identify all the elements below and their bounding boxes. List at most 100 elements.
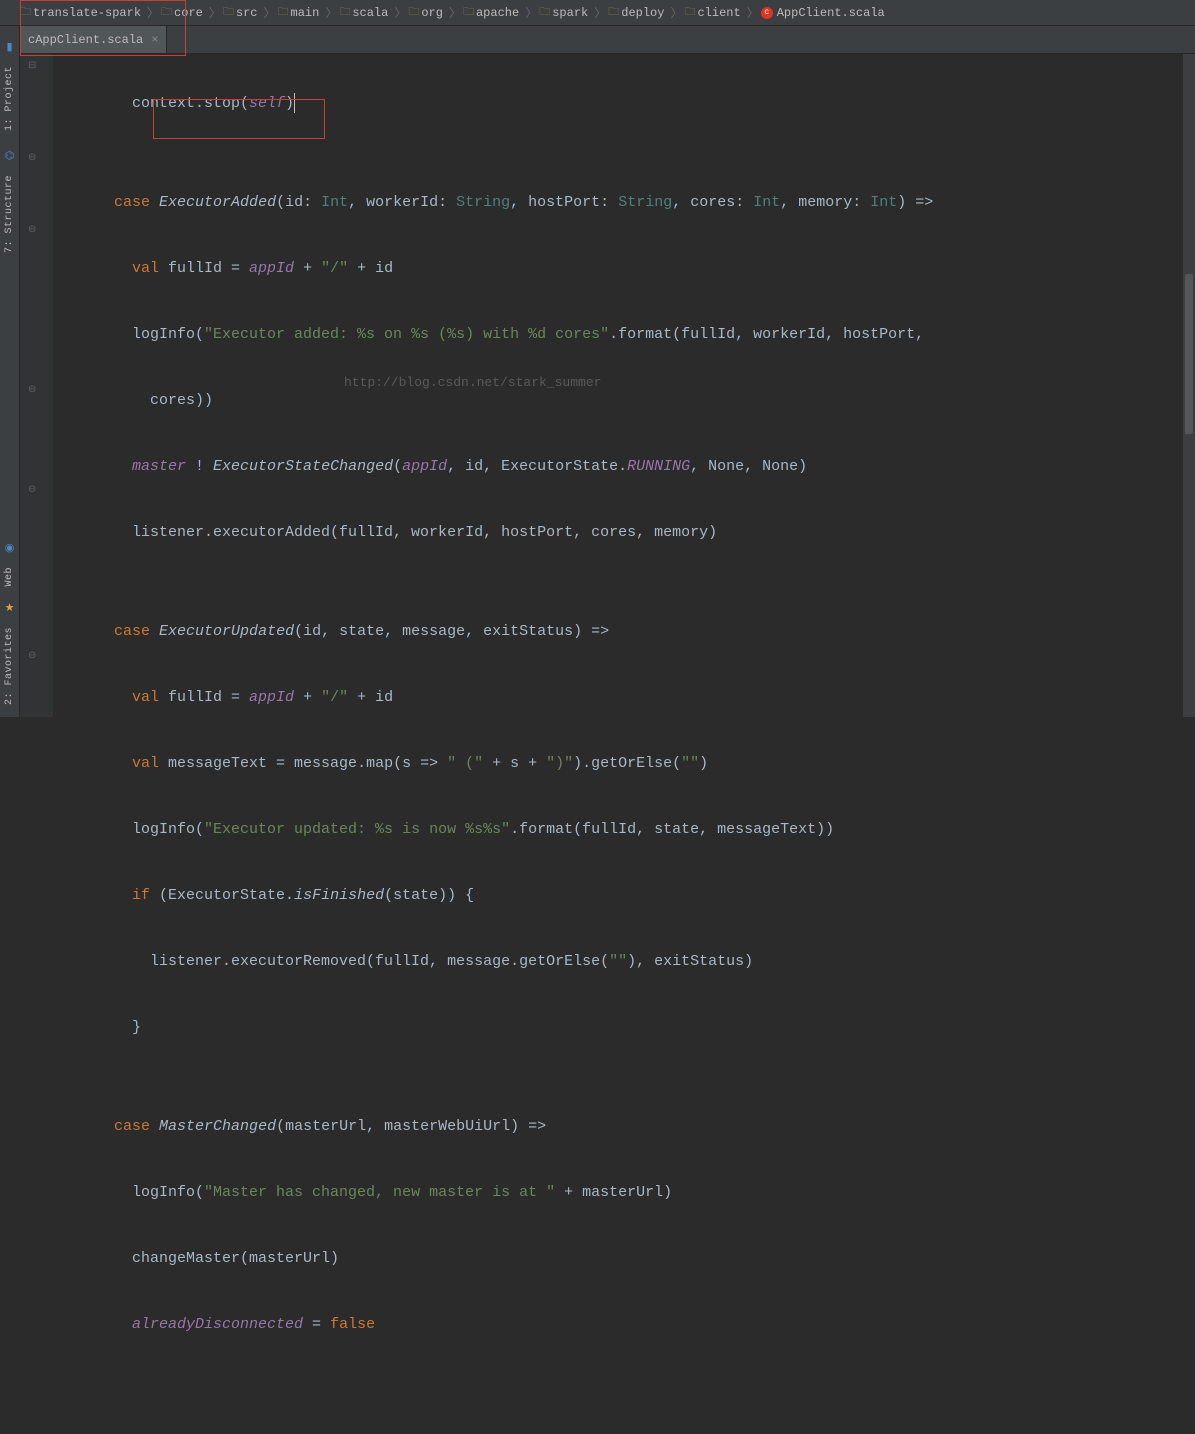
breadcrumb-item[interactable]: 🗀scala — [339, 3, 388, 22]
fold-marker-icon[interactable]: ⊖ — [28, 224, 36, 236]
code-text: ) — [285, 95, 294, 112]
favorites-tool-button[interactable]: 2: Favorites — [4, 627, 15, 705]
chevron-right-icon: 〉 — [147, 4, 159, 21]
breadcrumb-label: AppClient.scala — [777, 6, 885, 20]
structure-tool-icon[interactable]: ⌬ — [5, 149, 15, 163]
kw-case: case — [114, 1118, 150, 1135]
breadcrumb-label: scala — [352, 6, 388, 20]
code-text: logInfo( — [60, 326, 204, 343]
code-self: self — [249, 95, 285, 112]
editor-tab[interactable]: c AppClient.scala × — [20, 26, 167, 53]
vertical-scrollbar[interactable] — [1183, 54, 1195, 717]
chevron-right-icon: 〉 — [263, 4, 275, 21]
web-tool-icon[interactable]: ◉ — [5, 541, 15, 555]
structure-tool-button[interactable]: 7: Structure — [4, 175, 15, 253]
case-class: ExecutorStateChanged — [213, 458, 393, 475]
code-text: fullId = — [159, 689, 249, 706]
folder-icon: 🗀 — [278, 3, 289, 22]
string: " (" — [447, 755, 483, 772]
breadcrumb-item[interactable]: 🗀core — [161, 3, 203, 22]
gutter[interactable]: ⊟ ⊖ ⊖ ⊖ ⊖ ⊖ — [20, 54, 54, 717]
breadcrumb-item[interactable]: 🗀client — [684, 3, 740, 22]
breadcrumb-label: apache — [476, 6, 519, 20]
fold-marker-icon[interactable]: ⊖ — [28, 384, 36, 396]
code-text: = — [303, 1316, 330, 1333]
scala-file-icon: c — [28, 33, 35, 47]
code-text: (masterUrl, masterWebUiUrl) => — [276, 1118, 546, 1135]
left-tool-strip: ▮ 1: Project ⌬ 7: Structure ◉ Web ★ 2: F… — [0, 26, 20, 717]
chevron-right-icon: 〉 — [525, 4, 537, 21]
breadcrumb-item[interactable]: 🗀spark — [539, 3, 588, 22]
constant: RUNNING — [627, 458, 690, 475]
breadcrumb-label: org — [421, 6, 443, 20]
code-editor[interactable]: context.stop(self) case ExecutorAdded(id… — [54, 54, 1195, 717]
code-text: ( — [393, 458, 402, 475]
type: String — [456, 194, 510, 211]
breadcrumb-bar: 🗀translate-spark〉 🗀core〉 🗀src〉 🗀main〉 🗀s… — [0, 0, 1195, 26]
code-text: , hostPort: — [510, 194, 618, 211]
folder-icon: 🗀 — [408, 3, 419, 22]
fold-marker-icon[interactable]: ⊟ — [28, 60, 36, 72]
favorites-tool-icon[interactable]: ★ — [5, 601, 15, 615]
text-caret — [294, 93, 295, 113]
folder-icon: 🗀 — [684, 3, 695, 22]
fold-marker-icon[interactable]: ⊖ — [28, 484, 36, 496]
field: appId — [249, 689, 294, 706]
type: Int — [870, 194, 897, 211]
folder-icon: 🗀 — [539, 3, 550, 22]
code-text: , memory: — [780, 194, 870, 211]
type: Int — [753, 194, 780, 211]
breadcrumb-item[interactable]: 🗀org — [408, 3, 443, 22]
code-text: ), exitStatus) — [627, 953, 753, 970]
code-text: (id: — [276, 194, 321, 211]
tab-label: AppClient.scala — [35, 33, 143, 47]
code-text: messageText = message.map(s => — [159, 755, 447, 772]
folder-icon: 🗀 — [223, 3, 234, 22]
code-text: logInfo( — [60, 1184, 204, 1201]
scrollbar-thumb[interactable] — [1185, 274, 1193, 434]
code-text: fullId = — [159, 260, 249, 277]
editor-tab-row: c AppClient.scala × — [0, 26, 1195, 54]
scala-file-icon: c — [761, 7, 773, 19]
code-text: ) — [699, 755, 708, 772]
breadcrumb-item[interactable]: c AppClient.scala — [761, 6, 885, 20]
code-text: , cores: — [672, 194, 753, 211]
code-text: + — [294, 260, 321, 277]
web-tool-button[interactable]: Web — [4, 567, 15, 587]
breadcrumb-label: src — [236, 6, 258, 20]
code-text: changeMaster(masterUrl) — [60, 1250, 339, 1267]
code-text: , workerId: — [348, 194, 456, 211]
folder-icon: 🗀 — [463, 3, 474, 22]
string: "Master has changed, new master is at " — [204, 1184, 555, 1201]
code-text: cores)) — [60, 392, 213, 409]
close-tab-icon[interactable]: × — [151, 33, 158, 47]
string: "" — [681, 755, 699, 772]
project-tool-button[interactable]: 1: Project — [4, 66, 15, 131]
folder-icon: 🗀 — [608, 3, 619, 22]
code-text: } — [60, 1019, 141, 1036]
breadcrumb-label: client — [697, 6, 740, 20]
fold-marker-icon[interactable]: ⊖ — [28, 650, 36, 662]
kw-val: val — [132, 260, 159, 277]
code-text: ) => — [897, 194, 933, 211]
chevron-right-icon: 〉 — [394, 4, 406, 21]
breadcrumb-item[interactable]: 🗀deploy — [608, 3, 664, 22]
breadcrumb-label: core — [174, 6, 203, 20]
project-tool-icon[interactable]: ▮ — [6, 40, 12, 54]
string: "/" — [321, 260, 348, 277]
code-text: .format(fullId, workerId, hostPort, — [609, 326, 924, 343]
kw-false: false — [330, 1316, 375, 1333]
breadcrumb-item[interactable]: 🗀apache — [463, 3, 519, 22]
kw-val: val — [132, 689, 159, 706]
kw-if: if — [132, 887, 150, 904]
method: isFinished — [294, 887, 384, 904]
breadcrumb-item[interactable]: 🗀translate-spark — [20, 3, 141, 22]
breadcrumb-item[interactable]: 🗀main — [278, 3, 320, 22]
code-text: (id, state, message, exitStatus) => — [294, 623, 609, 640]
breadcrumb-item[interactable]: 🗀src — [223, 3, 258, 22]
case-class: ExecutorAdded — [159, 194, 276, 211]
field: appId — [249, 260, 294, 277]
breadcrumb-label: main — [291, 6, 320, 20]
breadcrumb-label: spark — [552, 6, 588, 20]
fold-marker-icon[interactable]: ⊖ — [28, 152, 36, 164]
